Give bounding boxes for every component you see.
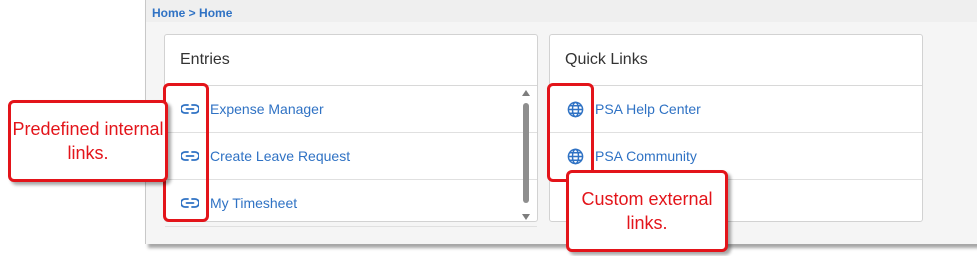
breadcrumb-home-link[interactable]: Home bbox=[152, 6, 185, 20]
scroll-down-arrow-icon[interactable] bbox=[522, 214, 530, 220]
entries-scrollbar[interactable] bbox=[522, 90, 531, 220]
scroll-up-arrow-icon[interactable] bbox=[522, 90, 530, 96]
entries-row[interactable]: My Timesheet bbox=[165, 180, 537, 227]
scroll-thumb[interactable] bbox=[523, 103, 529, 203]
entries-row[interactable]: Expense Manager bbox=[165, 86, 537, 133]
entry-link-create-leave-request[interactable]: Create Leave Request bbox=[210, 148, 350, 164]
entry-link-expense-manager[interactable]: Expense Manager bbox=[210, 101, 324, 117]
internal-links-highlight bbox=[163, 83, 209, 222]
entries-row[interactable]: Create Leave Request bbox=[165, 133, 537, 180]
external-links-callout: Custom external links. bbox=[566, 170, 728, 252]
entries-card: Entries Expense Manager Create Leave Req… bbox=[164, 34, 538, 227]
entries-card-title: Entries bbox=[165, 35, 537, 86]
breadcrumb: Home > Home bbox=[152, 6, 232, 20]
entry-link-my-timesheet[interactable]: My Timesheet bbox=[210, 195, 297, 211]
external-links-highlight bbox=[547, 83, 594, 182]
quick-link-psa-help-center[interactable]: PSA Help Center bbox=[595, 101, 701, 117]
quick-link-row[interactable]: PSA Help Center bbox=[550, 86, 922, 133]
internal-links-callout: Predefined internal links. bbox=[8, 100, 168, 182]
quick-link-psa-community[interactable]: PSA Community bbox=[595, 148, 697, 164]
quick-links-card-title: Quick Links bbox=[550, 35, 922, 86]
breadcrumb-current[interactable]: Home bbox=[199, 6, 232, 20]
breadcrumb-separator: > bbox=[185, 6, 200, 20]
